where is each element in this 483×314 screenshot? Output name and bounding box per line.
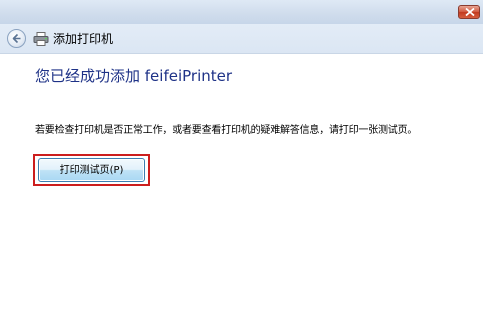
add-printer-wizard-window: 添加打印机 您已经成功添加 feifeiPrinter 若要检查打印机是否正常工… — [0, 0, 483, 314]
close-button[interactable] — [458, 5, 480, 19]
back-button[interactable] — [7, 29, 26, 48]
bottom-area — [0, 296, 483, 314]
title-bar — [0, 0, 483, 24]
wizard-title: 添加打印机 — [53, 32, 114, 46]
test-page-instructions: 若要检查打印机是否正常工作，或者要查看打印机的疑难解答信息，请打印一张测试页。 — [35, 125, 418, 136]
navigation-bar: 添加打印机 — [0, 24, 483, 54]
back-arrow-icon — [12, 33, 21, 44]
print-test-page-button[interactable]: 打印测试页(P) — [38, 158, 145, 182]
close-icon — [465, 8, 475, 16]
printer-icon — [33, 32, 49, 46]
success-heading: 您已经成功添加 feifeiPrinter — [35, 67, 233, 85]
